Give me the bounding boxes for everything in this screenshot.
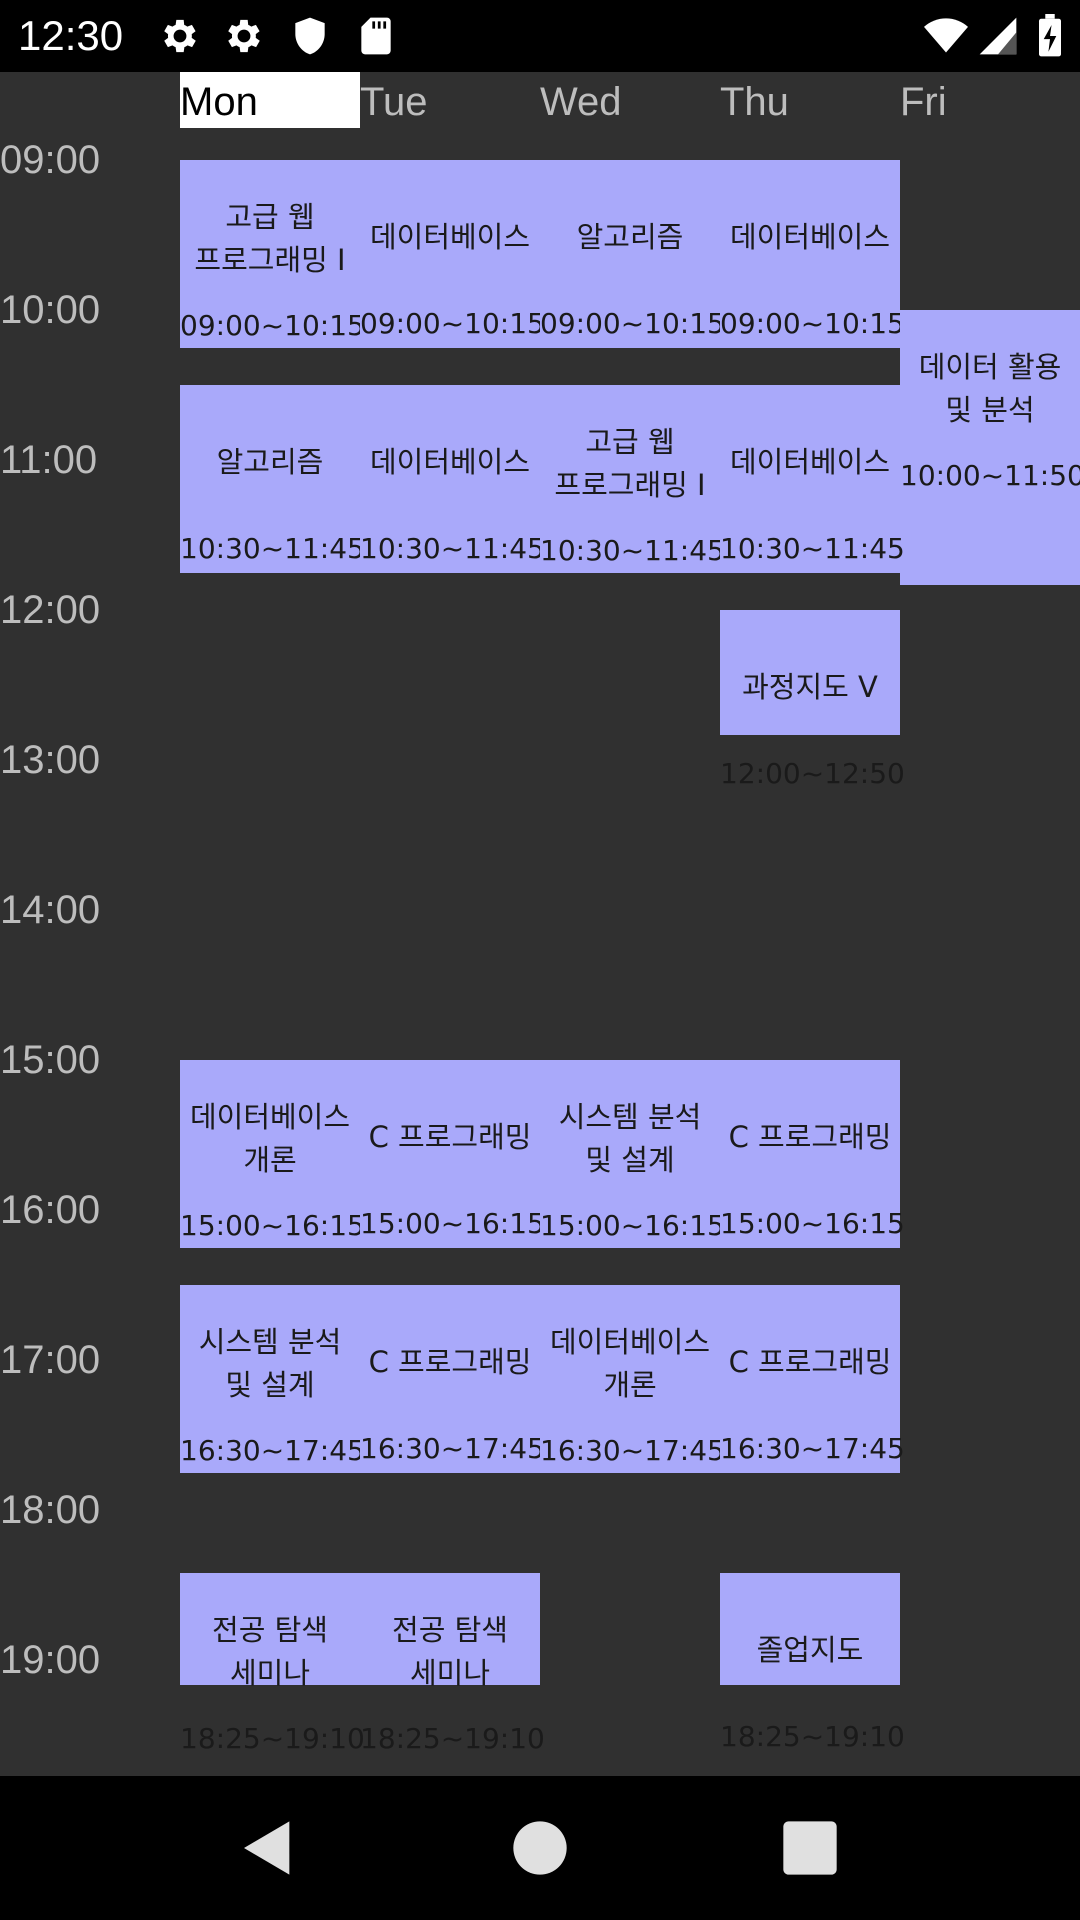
course-block[interactable]: 시스템 분석 및 설계 16:30~17:45 — [180, 1285, 365, 1473]
hour-label: 14:00 — [0, 888, 101, 932]
course-block[interactable]: C 프로그래밍 15:00~16:15 — [720, 1060, 905, 1248]
battery-charging-icon — [1039, 14, 1061, 57]
day-tab-thu[interactable]: Thu — [720, 72, 900, 128]
course-time: 09:00~10:15 — [360, 307, 545, 340]
course-time: 10:30~11:45 — [540, 534, 725, 567]
course-name: C 프로그래밍 — [368, 1120, 532, 1154]
course-time: 15:00~16:15 — [540, 1209, 725, 1242]
course-time: 18:25~19:10 — [180, 1721, 365, 1755]
course-block[interactable]: 과정지도 V 12:00~12:50 — [720, 610, 905, 790]
course-block[interactable]: 알고리즘 09:00~10:15 — [540, 160, 725, 348]
course-block[interactable]: 고급 웹 프로그래밍 I 10:30~11:45 — [540, 385, 725, 573]
course-name: 데이터베이스 — [369, 220, 531, 254]
course-block[interactable]: 데이터베이스 개론 15:00~16:15 — [180, 1060, 365, 1248]
course-name: 알고리즘 — [216, 445, 324, 479]
course-time: 09:00~10:15 — [540, 307, 725, 340]
course-time: 15:00~16:15 — [720, 1207, 905, 1240]
course-time: 12:00~12:50 — [720, 757, 905, 790]
course-name: 졸업지도 — [756, 1632, 864, 1667]
home-icon[interactable] — [508, 1816, 572, 1880]
course-name: 전공 탐색 세미나 — [392, 1612, 508, 1690]
course-time: 10:30~11:45 — [180, 532, 365, 565]
cell-signal-icon — [979, 17, 1017, 55]
hour-label: 18:00 — [0, 1488, 101, 1532]
course-time: 15:00~16:15 — [360, 1207, 545, 1240]
course-block[interactable]: 데이터베이스 09:00~10:15 — [720, 160, 905, 348]
course-block[interactable]: 데이터베이스 10:30~11:45 — [720, 385, 905, 573]
hour-label: 15:00 — [0, 1038, 101, 1082]
settings-icon — [228, 19, 260, 53]
course-block[interactable]: 데이터 활용 및 분석 10:00~11:50 — [900, 310, 1080, 585]
day-tab-fri[interactable]: Fri — [900, 72, 1080, 128]
hour-label: 10:00 — [0, 288, 101, 332]
course-name: 과정지도 V — [742, 670, 878, 704]
back-icon[interactable] — [236, 1816, 300, 1880]
course-block[interactable]: C 프로그래밍 16:30~17:45 — [360, 1285, 545, 1473]
course-name: 전공 탐색 세미나 — [212, 1612, 328, 1690]
course-block[interactable]: 시스템 분석 및 설계 15:00~16:15 — [540, 1060, 725, 1248]
course-name: 데이터베이스 — [729, 445, 891, 479]
day-tab-tue[interactable]: Tue — [360, 72, 540, 128]
course-block[interactable]: 고급 웹 프로그래밍 I 09:00~10:15 — [180, 160, 365, 348]
course-block[interactable]: 전공 탐색 세미나 18:25~19:10 — [360, 1572, 545, 1755]
course-time: 18:25~19:10 — [360, 1721, 545, 1755]
course-block[interactable]: 데이터베이스 09:00~10:15 — [360, 160, 545, 348]
navigation-bar — [0, 1776, 1080, 1920]
course-name: 데이터베이스 개론 — [189, 1100, 351, 1177]
course-time: 15:00~16:15 — [180, 1209, 365, 1242]
hour-label: 11:00 — [0, 438, 98, 482]
course-time: 09:00~10:15 — [720, 307, 905, 340]
course-time: 10:00~11:50 — [900, 459, 1080, 492]
day-tab-wed[interactable]: Wed — [540, 72, 720, 128]
course-name: 데이터베이스 — [729, 220, 891, 254]
sd-card-icon — [361, 17, 391, 55]
course-name: C 프로그래밍 — [728, 1120, 892, 1154]
hour-label: 09:00 — [0, 138, 101, 182]
course-name: 알고리즘 — [576, 220, 684, 254]
course-block[interactable]: 전공 탐색 세미나 18:25~19:10 — [180, 1572, 365, 1755]
day-tab-mon[interactable]: Mon — [180, 72, 360, 128]
course-name: C 프로그래밍 — [368, 1345, 532, 1379]
course-time: 16:30~17:45 — [540, 1434, 725, 1467]
course-block[interactable]: 알고리즘 10:30~11:45 — [180, 385, 365, 573]
course-time: 16:30~17:45 — [360, 1432, 545, 1465]
course-name: 데이터 활용 및 분석 — [918, 350, 1062, 427]
course-name: 시스템 분석 및 설계 — [198, 1325, 342, 1402]
shield-icon — [295, 17, 325, 55]
course-time: 18:25~19:10 — [720, 1719, 905, 1753]
course-name: 고급 웹 프로그래밍 I — [554, 425, 706, 502]
status-bar: 12:30 — [0, 0, 1080, 72]
course-name: 데이터베이스 — [369, 445, 531, 479]
course-name: C 프로그래밍 — [728, 1345, 892, 1379]
course-name: 고급 웹 프로그래밍 I — [194, 200, 346, 277]
hour-label: 16:00 — [0, 1188, 101, 1232]
course-time: 09:00~10:15 — [180, 309, 365, 342]
course-name: 데이터베이스 개론 — [549, 1325, 711, 1402]
course-block[interactable]: C 프로그래밍 15:00~16:15 — [360, 1060, 545, 1248]
course-block[interactable]: 데이터베이스 10:30~11:45 — [360, 385, 545, 573]
status-time: 12:30 — [18, 12, 124, 59]
course-block[interactable]: C 프로그래밍 16:30~17:45 — [720, 1285, 905, 1473]
day-header: Mon Tue Wed Thu Fri — [0, 72, 1080, 128]
wifi-icon — [924, 18, 968, 53]
hour-label: 19:00 — [0, 1638, 101, 1682]
course-time: 10:30~11:45 — [360, 532, 545, 565]
course-time: 10:30~11:45 — [720, 532, 905, 565]
course-name: 시스템 분석 및 설계 — [558, 1100, 702, 1177]
course-time: 16:30~17:45 — [180, 1434, 365, 1467]
course-time: 16:30~17:45 — [720, 1432, 905, 1465]
hour-label: 17:00 — [0, 1338, 101, 1382]
recents-icon[interactable] — [778, 1816, 842, 1880]
hour-label: 12:00 — [0, 588, 101, 632]
hour-label: 13:00 — [0, 738, 101, 782]
course-block[interactable]: 데이터베이스 개론 16:30~17:45 — [540, 1285, 725, 1473]
course-block[interactable]: 졸업지도 18:25~19:10 — [720, 1572, 905, 1753]
settings-icon — [164, 19, 196, 53]
